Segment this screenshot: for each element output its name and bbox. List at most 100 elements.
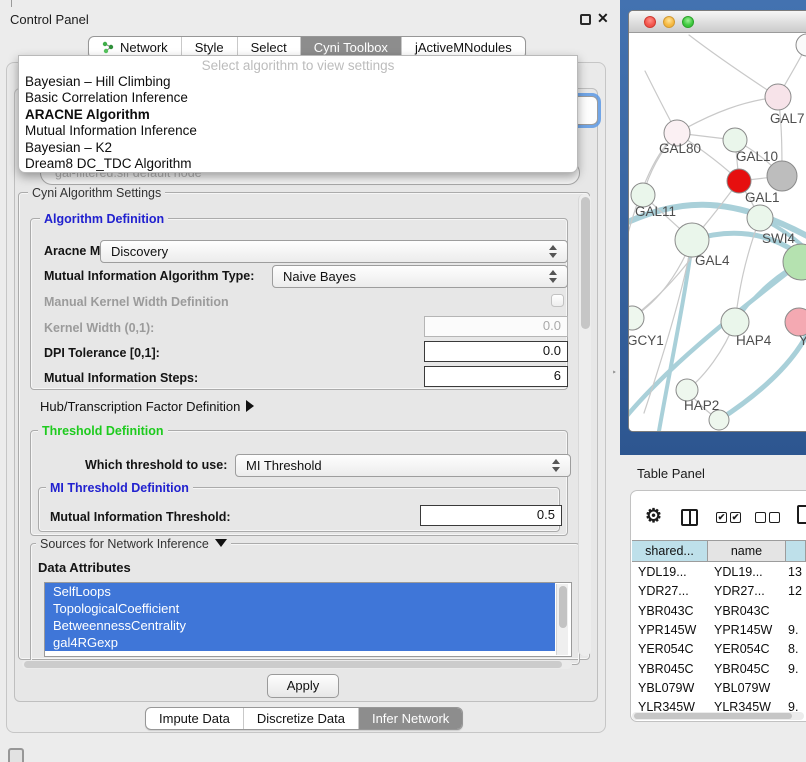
combo-arrows-icon [549,270,558,283]
node-label: SWI4 [762,231,795,246]
settings-vertical-scrollbar[interactable] [578,194,591,656]
network-window-titlebar[interactable] [629,11,806,33]
table-cell[interactable]: 13 [788,563,806,582]
table-row[interactable]: YBR043CYBR043C [632,602,806,621]
top-divider-tick [11,0,12,7]
network-node[interactable] [747,205,773,231]
table-cell[interactable]: YDR27... [714,582,786,601]
zoom-traffic-light-icon[interactable] [682,16,694,28]
close-traffic-light-icon[interactable] [644,16,656,28]
mi-steps-field[interactable]: 6 [424,366,568,387]
deselect-all-columns-button[interactable] [755,512,780,523]
algorithm-dropdown: Select algorithm to view settings Bayesi… [18,55,578,173]
algorithm-option[interactable]: Bayesian – Hill Climbing [19,74,577,90]
tab-discretize-data[interactable]: Discretize Data [243,708,358,729]
table-cell[interactable]: 9. [788,621,806,640]
control-panel-title: Control Panel [10,12,89,27]
hub-definition-toggle[interactable]: Hub/Transcription Factor Definition [40,399,254,414]
network-node[interactable] [721,308,749,336]
table-row[interactable]: YBL079WYBL079W [632,679,806,698]
table-cell[interactable]: YBR043C [714,602,786,621]
threshold-definition-title: Threshold Definition [38,424,168,438]
table-cell[interactable]: YBR045C [638,660,712,679]
mi-type-label: Mutual Information Algorithm Type: [44,269,254,283]
list-horizontal-scrollbar[interactable] [22,660,572,669]
table-cell[interactable]: YDL19... [638,563,712,582]
table-row[interactable]: YDR27...YDR27...12 [632,582,806,601]
list-vertical-scrollbar[interactable] [556,584,568,655]
dpi-tolerance-field[interactable]: 0.0 [424,341,568,362]
column-header-name[interactable]: name [708,540,786,562]
network-canvas[interactable]: GAL7GAL80GAL10GAL1GAL11SWI4GAL4GCY1HAP4Y… [629,33,806,432]
float-window-icon[interactable] [580,14,591,25]
tab-impute-data[interactable]: Impute Data [146,708,243,729]
algorithm-option[interactable]: Dream8 DC_TDC Algorithm [19,156,577,172]
network-node[interactable] [785,308,806,336]
columns-icon[interactable] [681,509,698,526]
node-label: Y [799,333,806,348]
export-table-icon[interactable] [797,505,806,524]
table-cell[interactable]: 9. [788,698,806,711]
table-cell[interactable]: YBR043C [638,602,712,621]
tab-infer-network[interactable]: Infer Network [358,708,462,729]
data-attribute-item[interactable]: gal4RGexp [45,634,555,651]
mi-type-combobox[interactable]: Naive Bayes [272,265,568,288]
table-horizontal-scrollbar[interactable] [632,712,804,720]
column-header-partial[interactable] [786,540,806,562]
table-row[interactable]: YER054CYER054C8. [632,640,806,659]
which-threshold-combobox[interactable]: MI Threshold [235,454,571,477]
split-pane-collapse-handle[interactable]: ‣ [612,368,618,377]
algorithm-option[interactable]: Basic Correlation Inference [19,90,577,106]
sources-group-title[interactable]: Sources for Network Inference [36,537,231,551]
network-edge[interactable] [689,35,778,97]
algorithm-option[interactable]: Mutual Information Inference [19,123,577,139]
network-node[interactable] [675,223,709,257]
data-attribute-item[interactable]: SelfLoops [45,583,555,600]
table-cell[interactable]: YLR345W [638,698,712,711]
table-cell[interactable]: YER054C [714,640,786,659]
column-header-shared-name[interactable]: shared... [632,540,708,562]
table-cell[interactable]: YBL079W [638,679,712,698]
data-attribute-item[interactable]: BetweennessCentrality [45,617,555,634]
cyni-bottom-tabbar: Impute Data Discretize Data Infer Networ… [145,707,463,730]
kernel-width-label: Kernel Width (0,1): [44,321,154,335]
table-row[interactable]: YDL19...YDL19...13 [632,563,806,582]
table-cell[interactable]: YBL079W [714,679,786,698]
table-cell[interactable]: 8. [788,640,806,659]
network-view-window[interactable]: GAL7GAL80GAL10GAL1GAL11SWI4GAL4GCY1HAP4Y… [628,10,806,432]
table-cell[interactable]: 9. [788,660,806,679]
table-cell[interactable]: YLR345W [714,698,786,711]
table-cell[interactable]: YPR145W [714,621,786,640]
table-cell[interactable]: YBR045C [714,660,786,679]
table-row[interactable]: YBR045CYBR045C9. [632,660,806,679]
aracne-mode-combobox[interactable]: Discovery [100,240,568,263]
table-cell[interactable]: YDR27... [638,582,712,601]
network-node[interactable] [765,84,791,110]
gear-icon[interactable]: ⚙ [645,505,662,528]
select-all-columns-button[interactable]: ✔ ✔ [716,512,741,523]
table-cell[interactable]: YER054C [638,640,712,659]
mi-threshold-field[interactable]: 0.5 [420,505,562,526]
algorithm-option[interactable]: ARACNE Algorithm [19,107,577,123]
network-node[interactable] [796,34,806,56]
node-label: GCY1 [629,333,664,348]
close-icon[interactable]: ✕ [597,10,609,27]
kernel-width-field[interactable]: 0.0 [424,316,568,337]
table-cell[interactable]: YPR145W [638,621,712,640]
node-label: HAP2 [684,398,719,413]
mini-dock-icon[interactable] [8,748,24,762]
checked-checkbox-icon: ✔ [730,512,741,523]
node-label: GAL10 [736,149,778,164]
network-node[interactable] [709,410,729,430]
table-row[interactable]: YPR145WYPR145W9. [632,621,806,640]
network-node[interactable] [767,161,797,191]
data-attribute-item[interactable]: TopologicalCoefficient [45,600,555,617]
algorithm-option[interactable]: Bayesian – K2 [19,140,577,156]
table-cell[interactable]: 12 [788,582,806,601]
table-cell[interactable]: YDL19... [714,563,786,582]
network-edge[interactable] [677,97,778,133]
apply-button[interactable]: Apply [267,674,339,698]
minimize-traffic-light-icon[interactable] [663,16,675,28]
manual-kernel-checkbox[interactable] [551,294,564,307]
table-row[interactable]: YLR345WYLR345W9. [632,698,806,711]
